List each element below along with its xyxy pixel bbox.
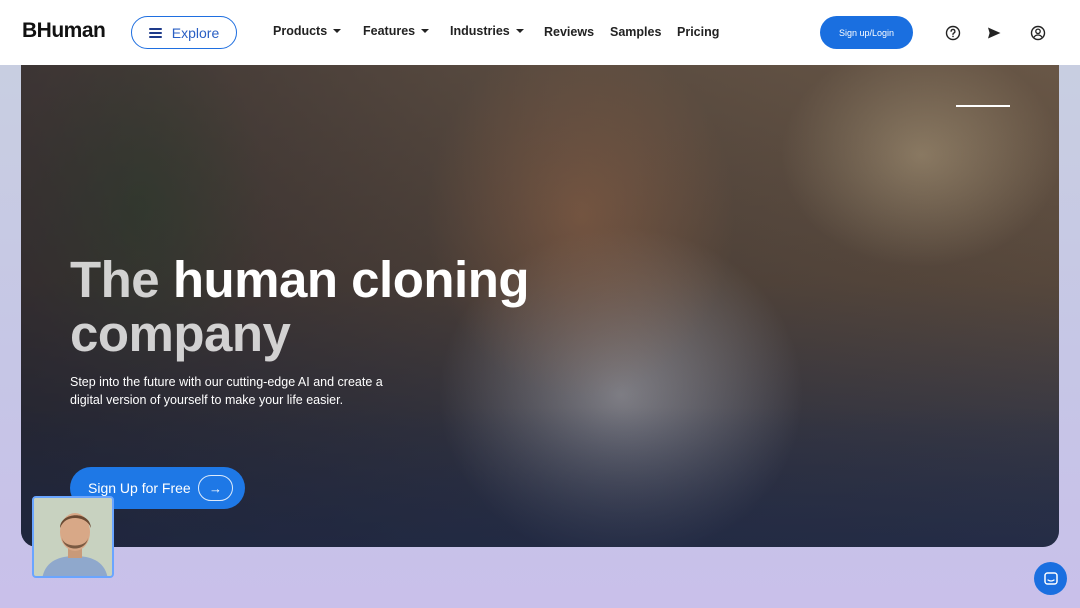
presenter-portrait (34, 498, 112, 576)
bhuman-logo[interactable]: BHuman (22, 19, 106, 43)
explore-button[interactable]: Explore (131, 16, 237, 49)
caret-down-icon (515, 29, 524, 33)
nav-industries[interactable]: Industries (450, 24, 524, 38)
nav-products-label: Products (273, 24, 328, 38)
chat-widget-button[interactable] (1034, 562, 1067, 595)
explore-button-label: Explore (171, 24, 220, 41)
hero-subtitle: Step into the future with our cutting-ed… (70, 375, 383, 407)
presenter-video-avatar[interactable] (32, 496, 114, 578)
hero-title-part1: The (70, 251, 160, 308)
send-icon[interactable] (986, 25, 1002, 41)
account-icon[interactable] (1030, 25, 1046, 41)
hero-title-part3: company (70, 305, 291, 362)
nav-samples[interactable]: Samples (610, 25, 661, 39)
nav-features-label: Features (363, 24, 416, 38)
hero-title: The human cloning company (70, 253, 590, 361)
nav-reviews[interactable]: Reviews (544, 25, 594, 39)
nav-samples-label: Samples (610, 25, 662, 39)
nav-pricing[interactable]: Pricing (677, 25, 719, 39)
nav-products[interactable]: Products (273, 24, 342, 38)
hero-divider-line (956, 105, 1010, 107)
arrow-right-icon: → (198, 475, 233, 501)
cta-label: Sign Up for Free (88, 480, 191, 496)
help-circle-icon[interactable] (945, 25, 961, 41)
signup-login-button[interactable]: Sign up/Login (820, 16, 913, 49)
menu-icon (148, 27, 162, 38)
nav-reviews-label: Reviews (544, 25, 595, 39)
nav-features[interactable]: Features (363, 24, 430, 38)
hero-title-part2: human cloning (172, 251, 530, 308)
top-navigation-bar: BHuman Explore Products Features Industr… (0, 0, 1080, 65)
caret-down-icon (421, 29, 430, 33)
caret-down-icon (333, 29, 342, 33)
chat-icon (1043, 571, 1058, 585)
nav-industries-label: Industries (450, 24, 510, 38)
nav-pricing-label: Pricing (677, 25, 720, 39)
hero-section: The human cloning company Step into the … (21, 65, 1059, 547)
